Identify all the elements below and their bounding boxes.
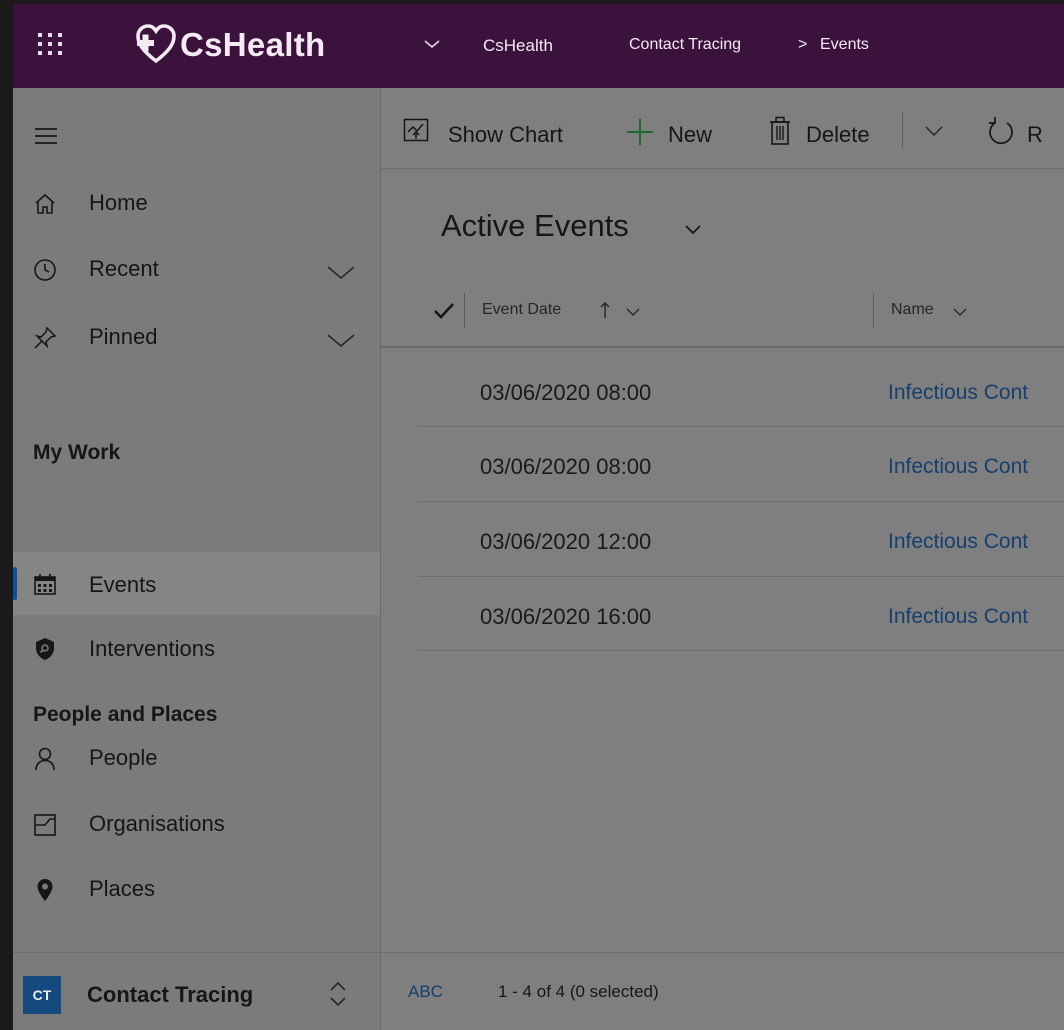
calendar-icon — [34, 574, 56, 595]
home-icon — [35, 193, 55, 214]
clock-icon — [34, 259, 56, 281]
chevron-down-icon — [685, 225, 701, 235]
event-name-link[interactable]: Infectious Cont — [888, 605, 1028, 629]
event-name-link[interactable]: Infectious Cont — [888, 381, 1028, 405]
heart-plus-logo-icon — [136, 24, 176, 64]
sidebar-item-label: People — [89, 745, 158, 770]
section-header-people-and-places: People and Places — [33, 703, 218, 726]
breadcrumb-entity[interactable]: Events — [820, 36, 869, 54]
event-date-cell: 03/06/2020 08:00 — [480, 380, 652, 405]
grid-footer: ABC 1 - 4 of 4 (0 selected) — [381, 952, 1064, 1030]
sidebar-item-label: Interventions — [89, 636, 215, 661]
refresh-icon — [989, 117, 1013, 144]
new-label: New — [668, 122, 713, 147]
plus-icon — [627, 119, 653, 145]
view-title: Active Events — [441, 208, 629, 243]
breadcrumb-separator: > — [798, 36, 808, 53]
sidebar-item-label: Events — [89, 572, 157, 597]
row-divider — [418, 501, 1064, 502]
event-name-link[interactable]: Infectious Cont — [888, 530, 1028, 554]
sidebar-item-label: Pinned — [89, 324, 158, 349]
command-bar: Show Chart New Delete R — [381, 88, 1064, 169]
event-date-cell: 03/06/2020 08:00 — [480, 454, 652, 479]
sort-ascending-icon — [600, 302, 610, 318]
chevron-down-icon[interactable] — [325, 264, 357, 282]
map-pin-icon — [37, 879, 53, 901]
top-navigation-bar: CsHealth CsHealth Contact Tracing > Even… — [13, 4, 1064, 88]
pin-icon — [34, 326, 57, 349]
refresh-label: R — [1027, 122, 1043, 147]
person-icon — [35, 747, 55, 771]
sidebar-item-events[interactable] — [13, 552, 380, 615]
main-content: Show Chart New Delete R Active Events Ev… — [381, 88, 1064, 1030]
sidebar-item-label: Places — [89, 876, 156, 901]
row-divider — [418, 576, 1064, 577]
chevron-down-icon[interactable] — [924, 125, 944, 137]
event-date-cell: 03/06/2020 16:00 — [480, 604, 652, 629]
column-divider — [873, 293, 874, 328]
show-chart-label: Show Chart — [448, 122, 563, 147]
chevron-down-icon — [626, 308, 640, 316]
selected-indicator — [13, 567, 17, 600]
chart-icon — [403, 118, 429, 142]
column-divider — [464, 293, 465, 328]
shield-icon — [36, 638, 54, 660]
sidebar-item-label: Home — [89, 190, 148, 215]
app-launcher-icon[interactable] — [33, 28, 63, 58]
area-badge: CT — [23, 976, 61, 1014]
section-header-my-work: My Work — [33, 441, 121, 464]
app-title[interactable]: CsHealth — [180, 26, 325, 64]
chevron-down-icon[interactable] — [325, 332, 357, 350]
record-count: 1 - 4 of 4 (0 selected) — [498, 982, 659, 1001]
select-all-checkmark-icon[interactable] — [433, 302, 455, 320]
event-name-link[interactable]: Infectious Cont — [888, 455, 1028, 479]
command-divider — [902, 112, 903, 148]
app-window: CsHealth CsHealth Contact Tracing > Even… — [13, 4, 1064, 1030]
chevron-down-icon — [953, 308, 967, 316]
sidebar-item-label: Organisations — [89, 811, 225, 836]
jump-bar-toggle[interactable]: ABC — [408, 982, 443, 1002]
sitemap-sidebar: Home Recent Pinned My Work Events Interv… — [13, 88, 381, 1030]
column-label: Event Date — [482, 301, 562, 318]
chevron-up-down-icon — [330, 981, 346, 1007]
organisation-icon — [34, 814, 56, 836]
column-label: Name — [891, 301, 934, 318]
area-switcher[interactable]: CT Contact Tracing — [13, 952, 380, 1030]
header-divider — [381, 346, 1064, 348]
delete-label: Delete — [806, 122, 870, 147]
hamburger-menu-icon[interactable] — [34, 126, 58, 146]
row-divider — [418, 650, 1064, 651]
event-date-cell: 03/06/2020 12:00 — [480, 529, 652, 554]
chevron-down-icon[interactable] — [421, 34, 443, 54]
area-switcher-label: Contact Tracing — [87, 982, 254, 1007]
sidebar-item-label: Recent — [89, 256, 159, 281]
breadcrumb-app[interactable]: CsHealth — [483, 36, 553, 56]
trash-icon — [770, 116, 790, 145]
row-divider — [418, 426, 1064, 427]
breadcrumb-area[interactable]: Contact Tracing — [629, 36, 741, 54]
